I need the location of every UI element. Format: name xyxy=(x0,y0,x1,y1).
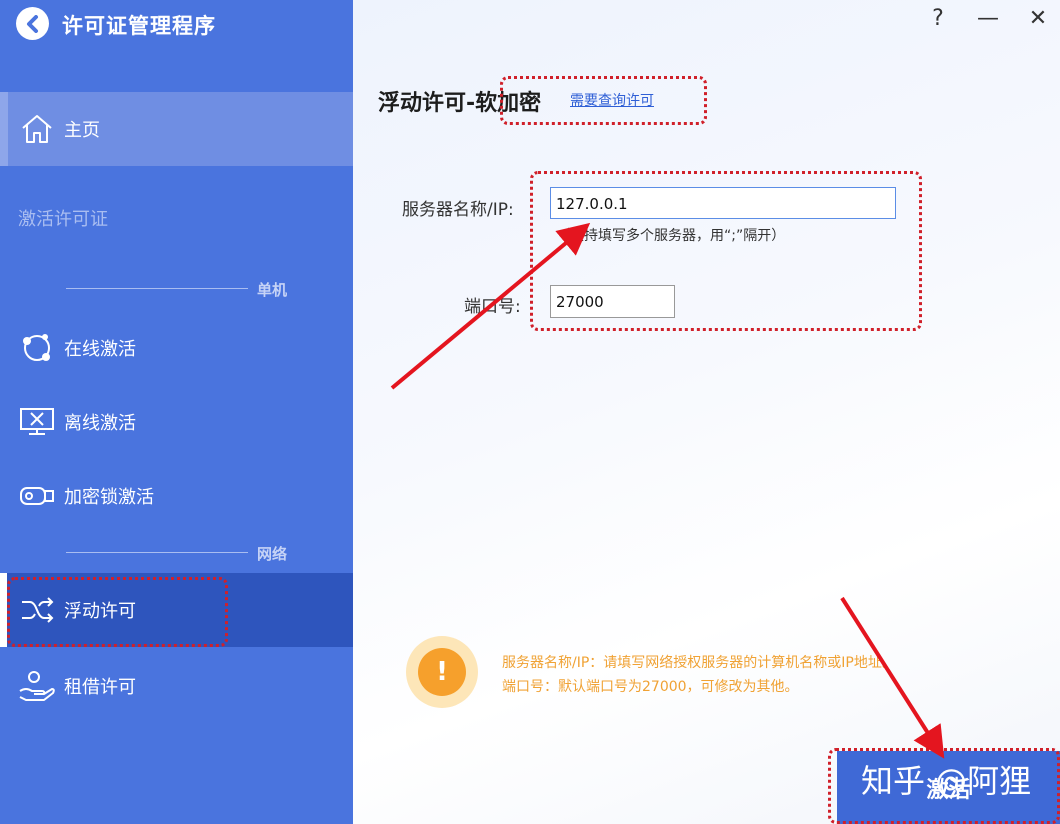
sidebar-item-label: 离线激活 xyxy=(64,413,136,434)
back-button[interactable] xyxy=(16,7,49,40)
sidebar-item-online-activation[interactable]: 在线激活 xyxy=(0,328,353,368)
close-button[interactable]: ✕ xyxy=(1023,6,1053,31)
usb-key-icon xyxy=(18,479,56,513)
divider xyxy=(66,552,248,553)
sidebar-item-label: 主页 xyxy=(64,120,100,141)
divider xyxy=(66,288,248,289)
hand-give-icon xyxy=(18,669,56,703)
selection-bar xyxy=(0,573,7,647)
port-label: 端口号: xyxy=(464,297,521,317)
sidebar: 许可证管理程序 主页 激活许可证 单机 在线激活 离线激活 加密锁激活 网络 浮… xyxy=(0,0,353,824)
home-icon xyxy=(18,112,56,146)
sidebar-item-offline-activation[interactable]: 离线激活 xyxy=(0,402,353,442)
sidebar-item-label: 在线激活 xyxy=(64,339,136,360)
main-panel: ? — ✕ 浮动许可-软加密 需要查询许可 服务器名称/IP: 127.0.0.… xyxy=(353,0,1060,824)
annotation-highlight-form xyxy=(530,171,922,331)
monitor-icon xyxy=(18,405,56,439)
sidebar-item-label: 加密锁激活 xyxy=(64,487,154,508)
app-title: 许可证管理程序 xyxy=(62,14,216,38)
info-line-server: 服务器名称/IP：请填写网络授权服务器的计算机名称或IP地址。 xyxy=(502,655,896,671)
annotation-highlight-activate xyxy=(828,748,1060,824)
warning-icon: ! xyxy=(406,636,478,708)
info-line-port: 端口号：默认端口号为27000，可修改为其他。 xyxy=(502,679,799,695)
annotation-highlight-floating xyxy=(7,577,228,647)
minimize-button[interactable]: — xyxy=(973,6,1003,31)
annotation-highlight-title xyxy=(500,76,707,125)
selection-bar xyxy=(0,92,8,166)
sidebar-item-label: 租借许可 xyxy=(64,677,136,698)
server-label: 服务器名称/IP: xyxy=(402,200,514,220)
sidebar-item-lease-license[interactable]: 租借许可 xyxy=(0,666,353,706)
sidebar-item-home[interactable]: 主页 xyxy=(0,92,353,166)
info-text: 服务器名称/IP：请填写网络授权服务器的计算机名称或IP地址。 端口号：默认端口… xyxy=(502,651,896,699)
chevron-left-icon xyxy=(26,14,38,33)
warning-icon-inner: ! xyxy=(418,648,466,696)
app-header: 许可证管理程序 xyxy=(0,0,353,48)
help-button[interactable]: ? xyxy=(923,6,953,31)
group-label-single: 单机 xyxy=(257,281,288,299)
section-title-activate: 激活许可证 xyxy=(18,209,108,230)
sidebar-item-dongle-activation[interactable]: 加密锁激活 xyxy=(0,476,353,516)
group-label-network: 网络 xyxy=(257,545,288,563)
share-nodes-icon xyxy=(18,331,56,365)
